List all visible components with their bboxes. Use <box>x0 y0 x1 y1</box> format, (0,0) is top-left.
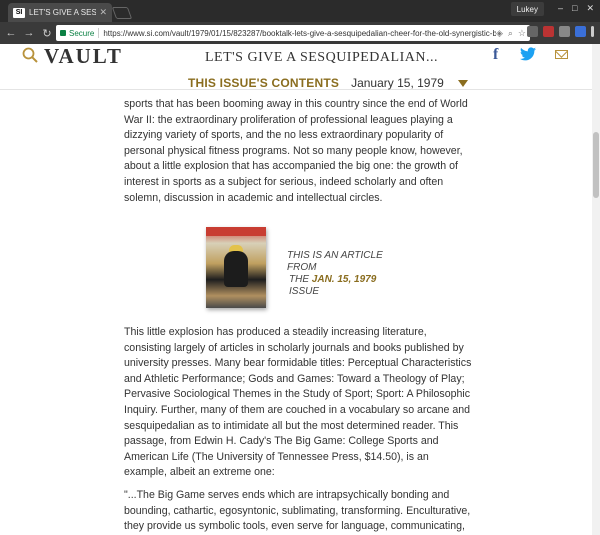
menu-icon[interactable] <box>591 26 594 37</box>
magazine-cover-image[interactable] <box>206 227 266 308</box>
tab-title: LET'S GIVE A SESQUIPED <box>29 8 97 17</box>
maximize-icon[interactable]: □ <box>572 3 577 14</box>
page-content: VAULT LET'S GIVE A SESQUIPEDALIAN... f T… <box>0 44 600 535</box>
extension-icons <box>527 26 594 37</box>
address-toolbar: ← → ↻ Secure https://www.si.com/vault/19… <box>0 22 600 44</box>
url-text[interactable]: https://www.si.com/vault/1979/01/15/8232… <box>103 29 496 38</box>
quote-text: "...The Big Game serves ends which are i… <box>124 489 471 533</box>
extension-icon[interactable] <box>559 26 570 37</box>
paragraph-text: This little explosion has produced a ste… <box>124 326 472 479</box>
caret-down-icon <box>457 79 468 87</box>
back-icon[interactable]: ← <box>4 27 18 39</box>
cover-masthead <box>206 227 266 236</box>
cookie-icon[interactable]: ◈ <box>496 28 503 39</box>
article-headline: LET'S GIVE A SESQUIPEDALIAN... <box>205 50 438 65</box>
profile-button[interactable]: Lukey <box>510 2 544 16</box>
article-paragraph: sports that has been booming away in thi… <box>124 97 474 206</box>
issue-contents-dropdown[interactable]: THIS ISSUE'S CONTENTS January 15, 1979 <box>188 76 468 90</box>
article-paragraph: This little explosion has produced a ste… <box>124 325 474 481</box>
close-tab-icon[interactable]: ✕ <box>99 7 107 18</box>
extension-icon[interactable] <box>543 26 554 37</box>
extension-icon[interactable] <box>575 26 586 37</box>
lock-icon <box>60 30 66 36</box>
caption-prefix: THIS IS AN ARTICLE FROM <box>287 250 383 273</box>
forward-icon[interactable]: → <box>22 27 36 39</box>
reload-icon[interactable]: ↻ <box>40 27 54 40</box>
paragraph-text: sports that has been booming away in thi… <box>124 98 468 204</box>
close-window-icon[interactable]: ✕ <box>586 3 594 14</box>
issue-date: January 15, 1979 <box>351 76 444 90</box>
caption-suffix: ISSUE <box>289 286 320 297</box>
article-quote: "...The Big Game serves ends which are i… <box>124 488 474 535</box>
omnibox-icons: ◈ ⌕ ☆ <box>496 28 526 39</box>
search-icon[interactable] <box>22 47 38 63</box>
zoom-icon[interactable]: ⌕ <box>508 28 513 39</box>
browser-tab-bar: SI LET'S GIVE A SESQUIPED ✕ Lukey – □ ✕ <box>0 0 600 22</box>
caption-issue-date-link[interactable]: JAN. 15, 1979 <box>312 274 377 285</box>
secure-label: Secure <box>69 28 95 38</box>
extension-icon[interactable] <box>527 26 538 37</box>
caption-the: THE <box>289 274 309 285</box>
cover-player <box>224 251 248 287</box>
site-header: VAULT LET'S GIVE A SESQUIPEDALIAN... f T… <box>0 44 592 90</box>
minimize-icon[interactable]: – <box>558 3 563 14</box>
divider <box>98 28 100 38</box>
window-controls: – □ ✕ <box>558 3 594 14</box>
bookmark-star-icon[interactable]: ☆ <box>518 28 526 39</box>
new-tab-button[interactable] <box>111 7 133 19</box>
scrollbar-thumb[interactable] <box>593 132 599 198</box>
browser-tab[interactable]: SI LET'S GIVE A SESQUIPED ✕ <box>8 3 112 22</box>
url-bar[interactable]: Secure https://www.si.com/vault/1979/01/… <box>56 25 530 41</box>
vault-logo[interactable]: VAULT <box>44 44 123 69</box>
facebook-icon[interactable]: f <box>493 46 498 64</box>
email-icon[interactable] <box>555 50 568 59</box>
si-favicon-icon: SI <box>13 7 25 18</box>
twitter-icon[interactable] <box>520 47 536 61</box>
issue-caption: THIS IS AN ARTICLE FROM THE JAN. 15, 197… <box>287 250 407 298</box>
issue-contents-label: THIS ISSUE'S CONTENTS <box>188 76 340 90</box>
scrollbar[interactable] <box>592 44 600 535</box>
